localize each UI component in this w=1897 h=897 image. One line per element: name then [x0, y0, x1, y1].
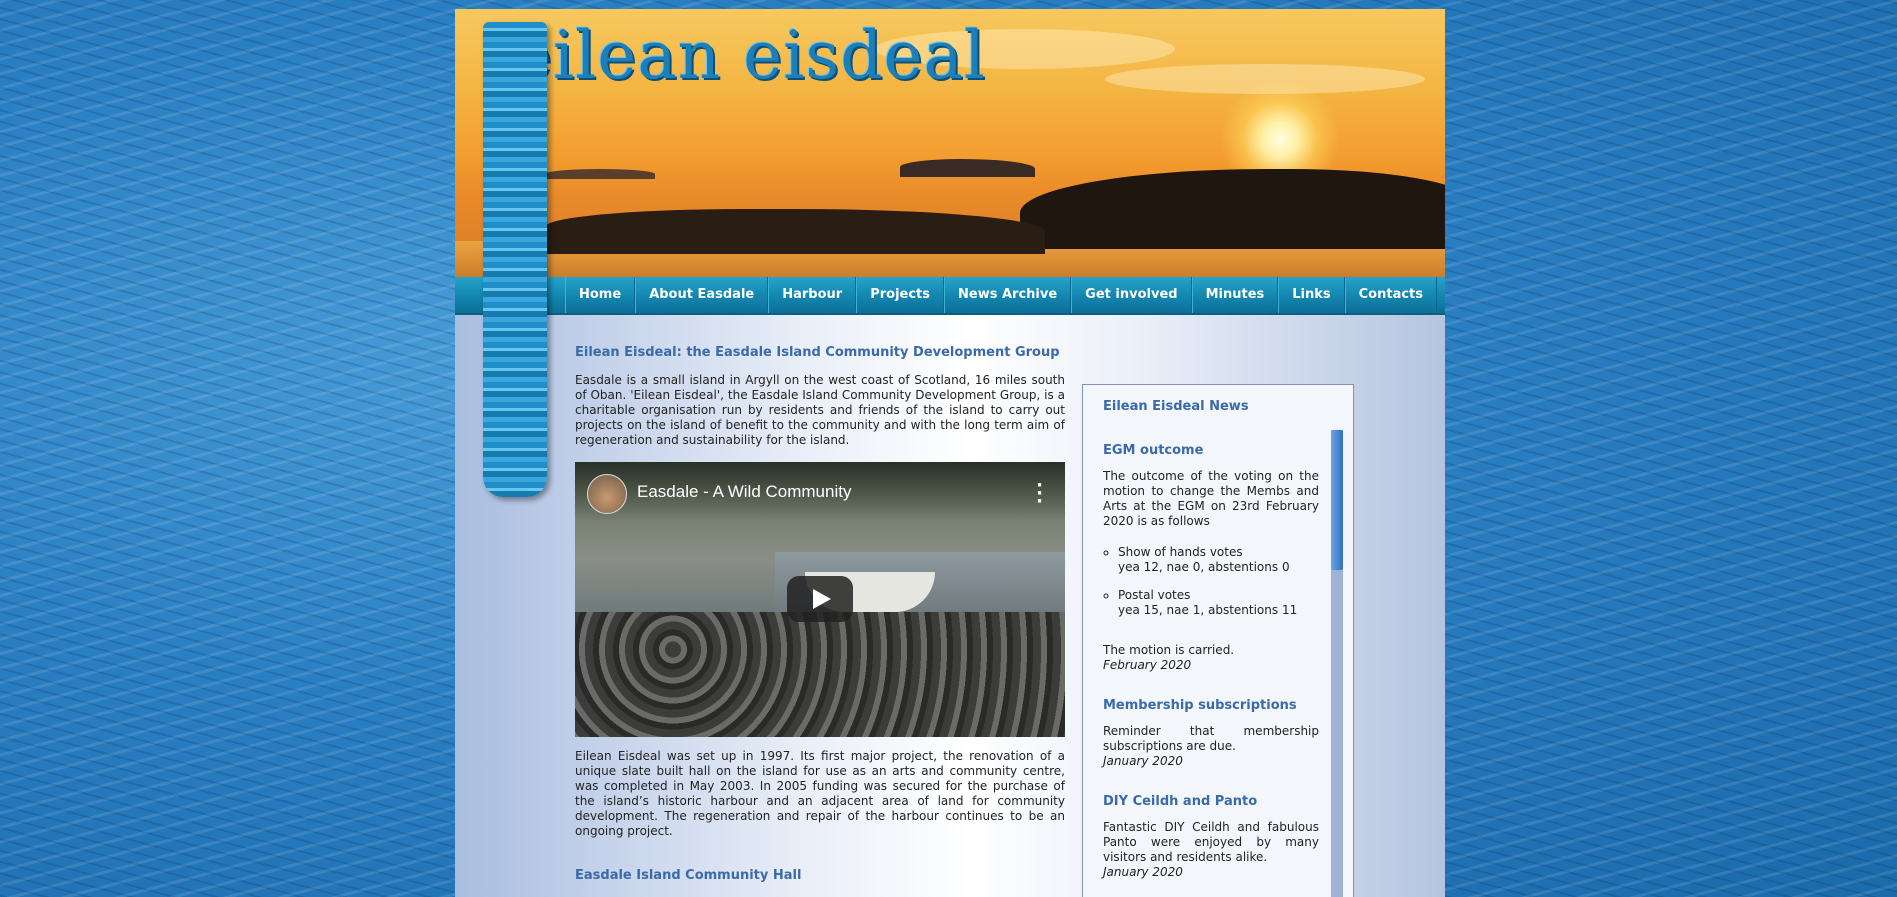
video-title[interactable]: Easdale - A Wild Community	[637, 482, 851, 502]
header-banner: eilean eisdeal	[455, 9, 1445, 277]
news-item-date: February 2020	[1103, 658, 1192, 672]
decorative-logo-strip	[483, 22, 547, 497]
site-logo-text[interactable]: eilean eisdeal	[513, 17, 986, 94]
nav-item-news-archive[interactable]: News Archive	[944, 277, 1072, 313]
vote-item: Show of hands votes yea 12, nae 0, abste…	[1118, 545, 1319, 574]
vote-result: yea 15, nae 1, abstentions 11	[1118, 602, 1298, 617]
vote-result: yea 12, nae 0, abstentions 0	[1118, 559, 1290, 574]
news-item-conclusion: The motion is carried.	[1103, 643, 1235, 657]
history-paragraph: Eilean Eisdeal was set up in 1997. Its f…	[575, 749, 1065, 838]
video-embed[interactable]: Easdale - A Wild Community · · ·	[575, 462, 1065, 737]
island-silhouette	[1020, 169, 1445, 249]
page-background: { "banner": { "logo_text": "eilean eisde…	[0, 0, 1897, 897]
more-vertical-icon[interactable]: · · ·	[1036, 477, 1043, 511]
village-shoreline	[545, 209, 1045, 254]
main-navigation: Home About Easdale Harbour Projects News…	[455, 277, 1445, 315]
main-column: Eilean Eisdeal: the Easdale Island Commu…	[575, 345, 1065, 360]
page-container: eilean eisdeal Home About Easdale Harbou…	[455, 9, 1445, 897]
video-frame-rocks	[575, 612, 1065, 737]
news-item-text: The outcome of the voting on the motion …	[1103, 469, 1319, 528]
distant-island	[545, 169, 655, 179]
news-item-text: Fantastic DIY Ceildh and fabulous Panto …	[1103, 820, 1319, 864]
vote-label: Show of hands votes	[1118, 545, 1243, 559]
nav-item-harbour[interactable]: Harbour	[768, 277, 857, 313]
nav-item-projects[interactable]: Projects	[856, 277, 945, 313]
nav-item-links[interactable]: Links	[1278, 277, 1345, 313]
news-item-title: EGM outcome	[1103, 443, 1204, 458]
nav-item-home[interactable]: Home	[565, 277, 636, 313]
nav-item-get-involved[interactable]: Get involved	[1071, 277, 1192, 313]
news-panel: Eilean Eisdeal News EGM outcome The outc…	[1082, 384, 1354, 897]
cloud	[1105, 64, 1425, 94]
nav-item-contacts[interactable]: Contacts	[1344, 277, 1438, 313]
nav-item-about-easdale[interactable]: About Easdale	[635, 277, 769, 313]
news-item-title: Membership subscriptions	[1103, 698, 1297, 713]
news-scrollbar[interactable]	[1331, 430, 1343, 897]
section-heading-hall: Easdale Island Community Hall	[575, 868, 802, 883]
news-item-title: DIY Ceildh and Panto	[1103, 794, 1258, 809]
distant-island	[900, 159, 1035, 177]
nav-item-minutes[interactable]: Minutes	[1191, 277, 1279, 313]
intro-paragraph: Easdale is a small island in Argyll on t…	[575, 373, 1065, 447]
main-content-area: Eilean Eisdeal: the Easdale Island Commu…	[455, 315, 1445, 897]
nav-list: Home About Easdale Harbour Projects News…	[565, 277, 1438, 313]
news-item-date: January 2020	[1103, 754, 1183, 768]
news-list: Eilean Eisdeal News EGM outcome The outc…	[1103, 399, 1319, 879]
vote-list: Show of hands votes yea 12, nae 0, abste…	[1103, 545, 1319, 617]
vote-label: Postal votes	[1118, 588, 1191, 602]
news-heading: Eilean Eisdeal News	[1103, 399, 1249, 414]
page-title: Eilean Eisdeal: the Easdale Island Commu…	[575, 345, 1060, 360]
news-scrollbar-thumb[interactable]	[1331, 430, 1343, 570]
play-icon[interactable]	[787, 576, 853, 622]
news-item-date: January 2020	[1103, 865, 1183, 879]
channel-avatar[interactable]	[587, 474, 627, 514]
vote-item: Postal votes yea 15, nae 1, abstentions …	[1118, 588, 1319, 617]
news-item-text: Reminder that membership subscriptions a…	[1103, 724, 1319, 753]
